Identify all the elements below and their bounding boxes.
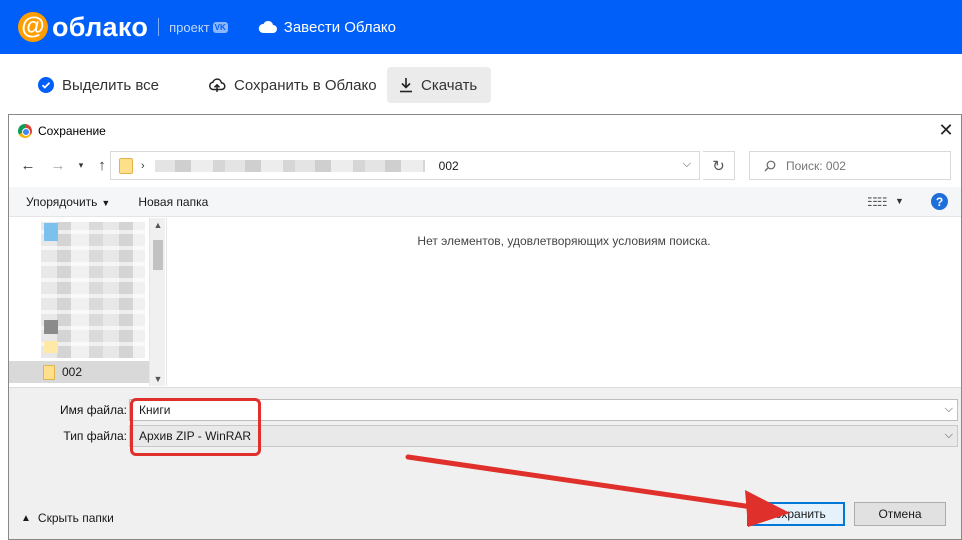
blurred-folder-list [41,222,145,358]
annotation-highlight-box [130,398,261,456]
help-icon[interactable]: ? [931,193,948,210]
cloud-icon [258,20,277,33]
at-sign-icon: @ [18,12,48,42]
breadcrumb-separator: › [141,159,145,172]
dialog-title: Сохранение [38,123,106,138]
cloud-upload-icon [209,78,226,92]
filetype-label: Тип файла: [63,429,127,443]
folder-icon [119,157,133,174]
get-cloud-button[interactable]: Завести Облако [258,19,396,36]
file-list-area[interactable]: Нет элементов, удовлетворяющих условиям … [166,218,961,386]
save-button[interactable]: Сохранить [747,502,845,526]
chevron-down-icon[interactable]: ⌵ [945,403,953,416]
scroll-up-icon[interactable]: ▲ [150,220,166,230]
close-icon[interactable]: ✕ [931,115,961,146]
logo[interactable]: @ облако проект VK [18,12,228,43]
app-header: @ облако проект VK Завести Облако [0,0,962,54]
chevron-down-icon[interactable]: ⌵ [945,429,953,442]
search-input[interactable]: Поиск: 002 [749,151,951,180]
get-cloud-label: Завести Облако [283,18,396,36]
save-dialog: Сохранение ✕ ← → ▾ ↑ › 002 ⌵ ↻ Поиск: 00… [8,114,962,540]
chevron-down-icon[interactable]: ⌵ [683,158,691,171]
scroll-down-icon[interactable]: ▼ [150,374,166,384]
refresh-icon[interactable]: ↻ [703,151,735,180]
up-arrow-icon[interactable]: ↑ [93,157,111,174]
save-to-cloud-label: Сохранить в Облако [234,76,377,94]
logo-text: облако [52,11,149,42]
vk-badge: VK [212,21,228,33]
command-bar: Упорядочить ▼ Новая папка ☷☷ ▼ ? [9,187,961,217]
folder-tree[interactable]: 002 [9,218,149,386]
folder-icon [43,364,55,380]
blurred-folder-icon [44,341,58,353]
select-all-button[interactable]: Выделить все [26,67,171,103]
hide-folders-toggle[interactable]: ▲ Скрыть папки [21,511,114,525]
tree-item-selected[interactable]: 002 [9,361,149,383]
tree-scrollbar[interactable]: ▲ ▼ [149,218,165,386]
save-to-cloud-button[interactable]: Сохранить в Облако [196,67,389,103]
blurred-item-icon [44,223,58,241]
app-toolbar: Выделить все Сохранить в Облако Скачать [0,54,962,114]
dialog-titlebar[interactable]: Сохранение ✕ [9,115,961,146]
hide-folders-label: Скрыть папки [37,511,114,525]
breadcrumb-current[interactable]: 002 [439,159,459,173]
cancel-button[interactable]: Отмена [854,502,946,526]
download-button[interactable]: Скачать [387,67,491,103]
recent-locations-chevron-icon[interactable]: ▾ [72,160,90,171]
empty-message: Нет элементов, удовлетворяющих условиям … [417,234,711,248]
filename-label: Имя файла: [60,403,127,417]
search-icon [764,160,776,171]
view-options-icon[interactable]: ☷☷ [867,195,887,209]
view-caret-icon[interactable]: ▼ [895,196,904,206]
blurred-item-icon [44,320,58,334]
navigation-row: ← → ▾ ↑ › 002 ⌵ ↻ Поиск: 002 [9,149,961,183]
new-folder-button[interactable]: Новая папка [138,195,208,209]
download-icon [400,78,412,93]
address-bar[interactable]: › 002 ⌵ [110,151,700,180]
select-all-label: Выделить все [62,76,160,94]
blurred-path [154,159,425,172]
caret-down-icon: ▼ [101,197,111,208]
organize-menu[interactable]: Упорядочить ▼ [26,195,110,209]
scroll-thumb[interactable] [153,240,163,270]
logo-divider [158,18,160,36]
forward-arrow-icon[interactable]: → [49,157,67,174]
back-arrow-icon[interactable]: ← [19,157,37,174]
check-circle-icon [38,77,54,93]
download-label: Скачать [421,76,478,94]
caret-up-icon: ▲ [21,512,31,524]
search-placeholder: Поиск: 002 [786,158,846,173]
tree-item-label: 002 [62,365,83,379]
logo-project-label: проект [169,19,210,35]
chrome-icon [18,123,32,138]
organize-label: Упорядочить [26,194,98,209]
